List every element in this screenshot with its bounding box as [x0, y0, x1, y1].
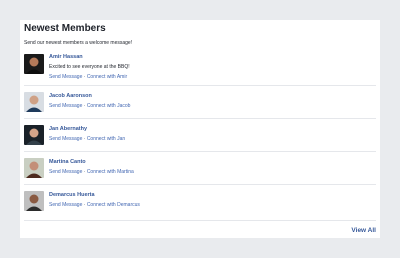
connect-link[interactable]: Connect with Jacob [87, 103, 131, 109]
member-info: Demarcus Huerta Send Message · Connect w… [49, 192, 140, 209]
connect-link[interactable]: Connect with Martina [87, 169, 134, 175]
action-separator: · [83, 136, 86, 142]
member-row: Amir Hassan Excited to see everyone at t… [24, 53, 376, 86]
member-actions: Send Message · Connect with Amir [49, 74, 130, 81]
view-all-link[interactable]: View All [351, 227, 376, 234]
panel-subtitle: Send our newest members a welcome messag… [24, 40, 133, 46]
action-separator: · [83, 74, 86, 80]
member-name-link[interactable]: Jacob Aaronson [49, 93, 130, 100]
connect-link[interactable]: Connect with Jan [87, 136, 125, 142]
action-separator: · [83, 202, 86, 208]
member-avatar[interactable] [24, 158, 44, 178]
member-info: Amir Hassan Excited to see everyone at t… [49, 54, 130, 81]
member-name-link[interactable]: Martina Canto [49, 159, 134, 166]
member-info: Jan Abernathy Send Message · Connect wit… [49, 126, 125, 143]
send-message-link[interactable]: Send Message [49, 74, 82, 80]
newest-members-panel: Newest Members Send our newest members a… [20, 20, 380, 238]
member-name-link[interactable]: Demarcus Huerta [49, 192, 140, 199]
action-separator: · [83, 169, 86, 175]
action-separator: · [83, 103, 86, 109]
connect-link[interactable]: Connect with Demarcus [87, 202, 140, 208]
panel-title: Newest Members [24, 23, 106, 34]
member-info: Jacob Aaronson Send Message · Connect wi… [49, 93, 130, 110]
member-info: Martina Canto Send Message · Connect wit… [49, 159, 134, 176]
member-actions: Send Message · Connect with Jacob [49, 103, 130, 110]
connect-link[interactable]: Connect with Amir [87, 74, 127, 80]
send-message-link[interactable]: Send Message [49, 202, 82, 208]
send-message-link[interactable]: Send Message [49, 169, 82, 175]
member-row: Martina Canto Send Message · Connect wit… [24, 152, 376, 185]
member-avatar[interactable] [24, 92, 44, 112]
member-row: Jan Abernathy Send Message · Connect wit… [24, 119, 376, 152]
member-name-link[interactable]: Amir Hassan [49, 54, 130, 61]
member-status: Excited to see everyone at the BBQ! [49, 64, 130, 70]
send-message-link[interactable]: Send Message [49, 103, 82, 109]
member-avatar[interactable] [24, 54, 44, 74]
member-actions: Send Message · Connect with Demarcus [49, 202, 140, 209]
member-actions: Send Message · Connect with Jan [49, 136, 125, 143]
member-name-link[interactable]: Jan Abernathy [49, 126, 125, 133]
member-row: Jacob Aaronson Send Message · Connect wi… [24, 86, 376, 119]
member-list: Amir Hassan Excited to see everyone at t… [24, 53, 376, 221]
member-row: Demarcus Huerta Send Message · Connect w… [24, 185, 376, 221]
member-avatar[interactable] [24, 191, 44, 211]
member-actions: Send Message · Connect with Martina [49, 169, 134, 176]
member-avatar[interactable] [24, 125, 44, 145]
send-message-link[interactable]: Send Message [49, 136, 82, 142]
